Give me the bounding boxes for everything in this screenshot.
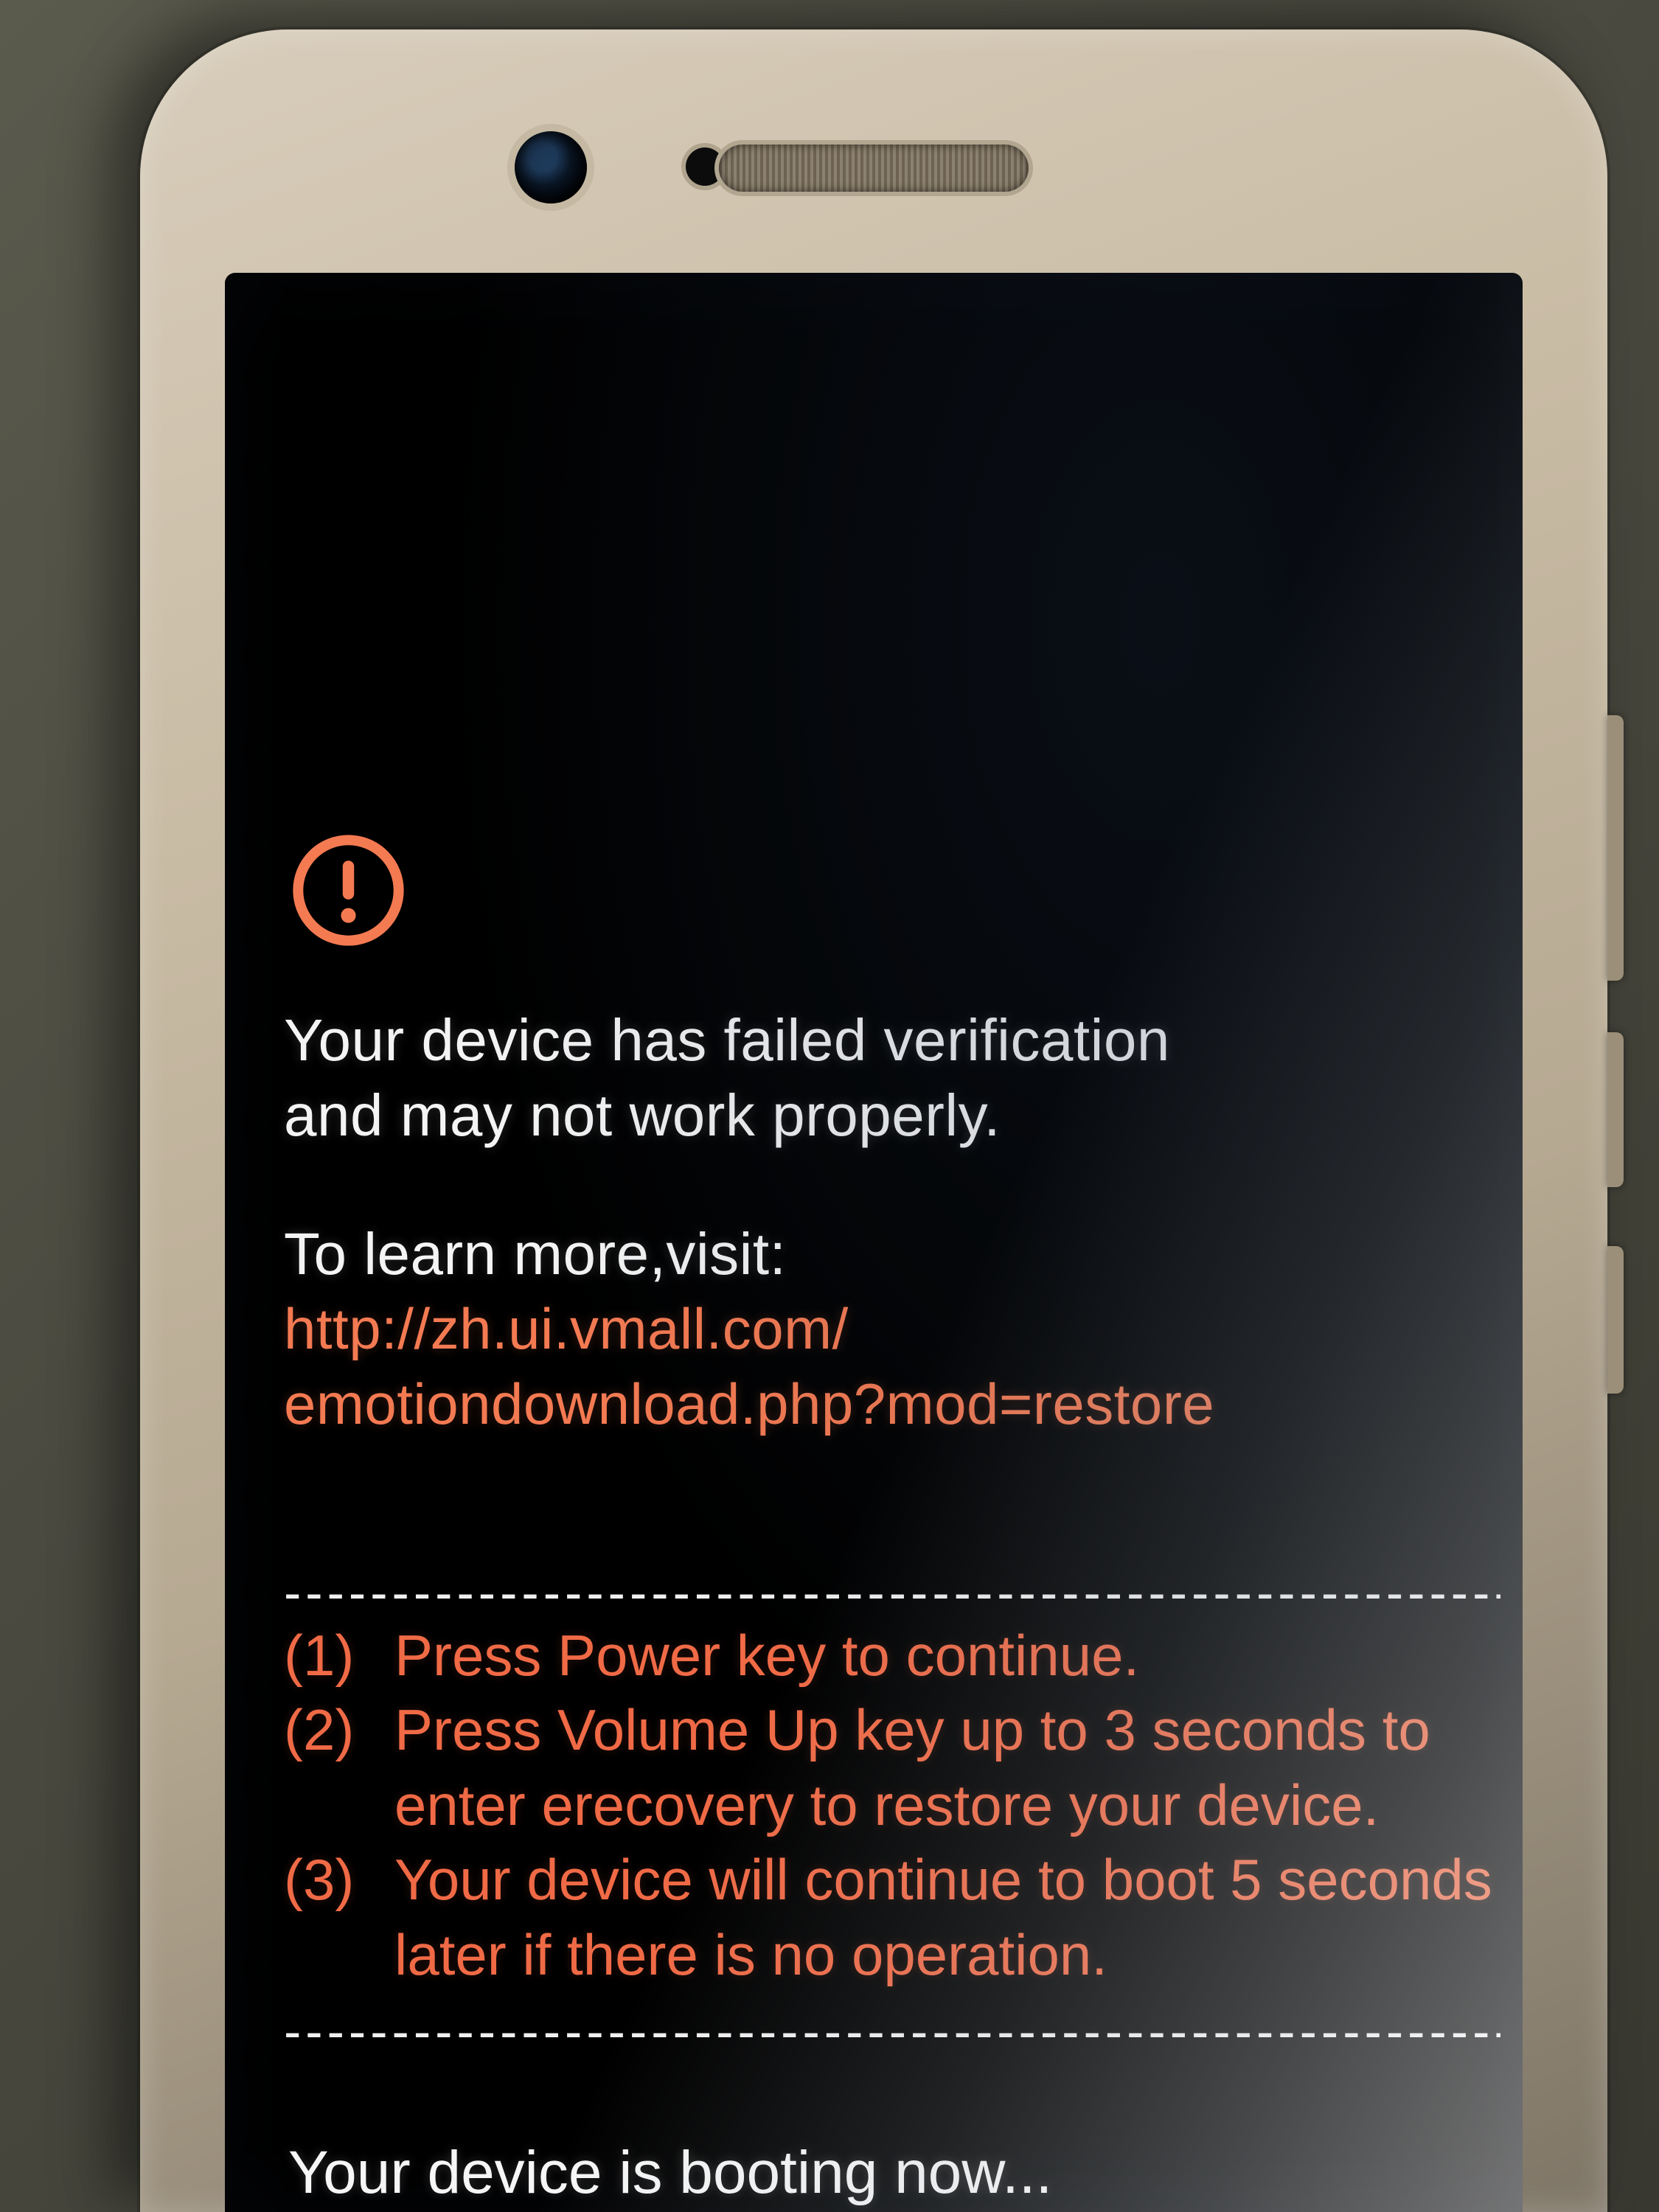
front-camera	[515, 131, 587, 204]
step-3-text: Your device will continue to boot 5 seco…	[394, 1843, 1500, 1992]
restore-url-line2: emotiondownload.php?mod=restore	[284, 1367, 1500, 1441]
volume-up-button[interactable]	[1607, 715, 1624, 981]
bootloader-message: Your device has failed verification and …	[284, 833, 1500, 2208]
step-1: (1) Press Power key to continue.	[284, 1618, 1500, 1693]
booting-status: Your device is booting now...	[288, 2138, 1500, 2208]
step-3: (3) Your device will continue to boot 5 …	[284, 1843, 1500, 1992]
headline-line2: and may not work properly.	[284, 1078, 1500, 1153]
restore-url-line1: http://zh.ui.vmall.com/	[284, 1292, 1500, 1366]
earpiece-speaker	[719, 145, 1029, 192]
step-2-number: (2)	[284, 1693, 394, 1843]
divider-bottom: ----------------------------------------…	[284, 2006, 1500, 2057]
divider-top: ----------------------------------------…	[284, 1567, 1500, 1618]
warning-icon	[291, 833, 406, 947]
step-1-text: Press Power key to continue.	[394, 1618, 1500, 1693]
step-2-text: Press Volume Up key up to 3 seconds to e…	[394, 1693, 1500, 1843]
step-2: (2) Press Volume Up key up to 3 seconds …	[284, 1693, 1500, 1843]
screen: Your device has failed verification and …	[225, 273, 1523, 2212]
power-button[interactable]	[1607, 1246, 1624, 1394]
volume-down-button[interactable]	[1607, 1032, 1624, 1187]
step-1-number: (1)	[284, 1618, 394, 1693]
headline-line1: Your device has failed verification	[284, 1003, 1500, 1078]
step-3-number: (3)	[284, 1843, 394, 1992]
learn-more-label: To learn more,visit:	[284, 1217, 1500, 1292]
phone-body: Your device has failed verification and …	[140, 29, 1607, 2212]
